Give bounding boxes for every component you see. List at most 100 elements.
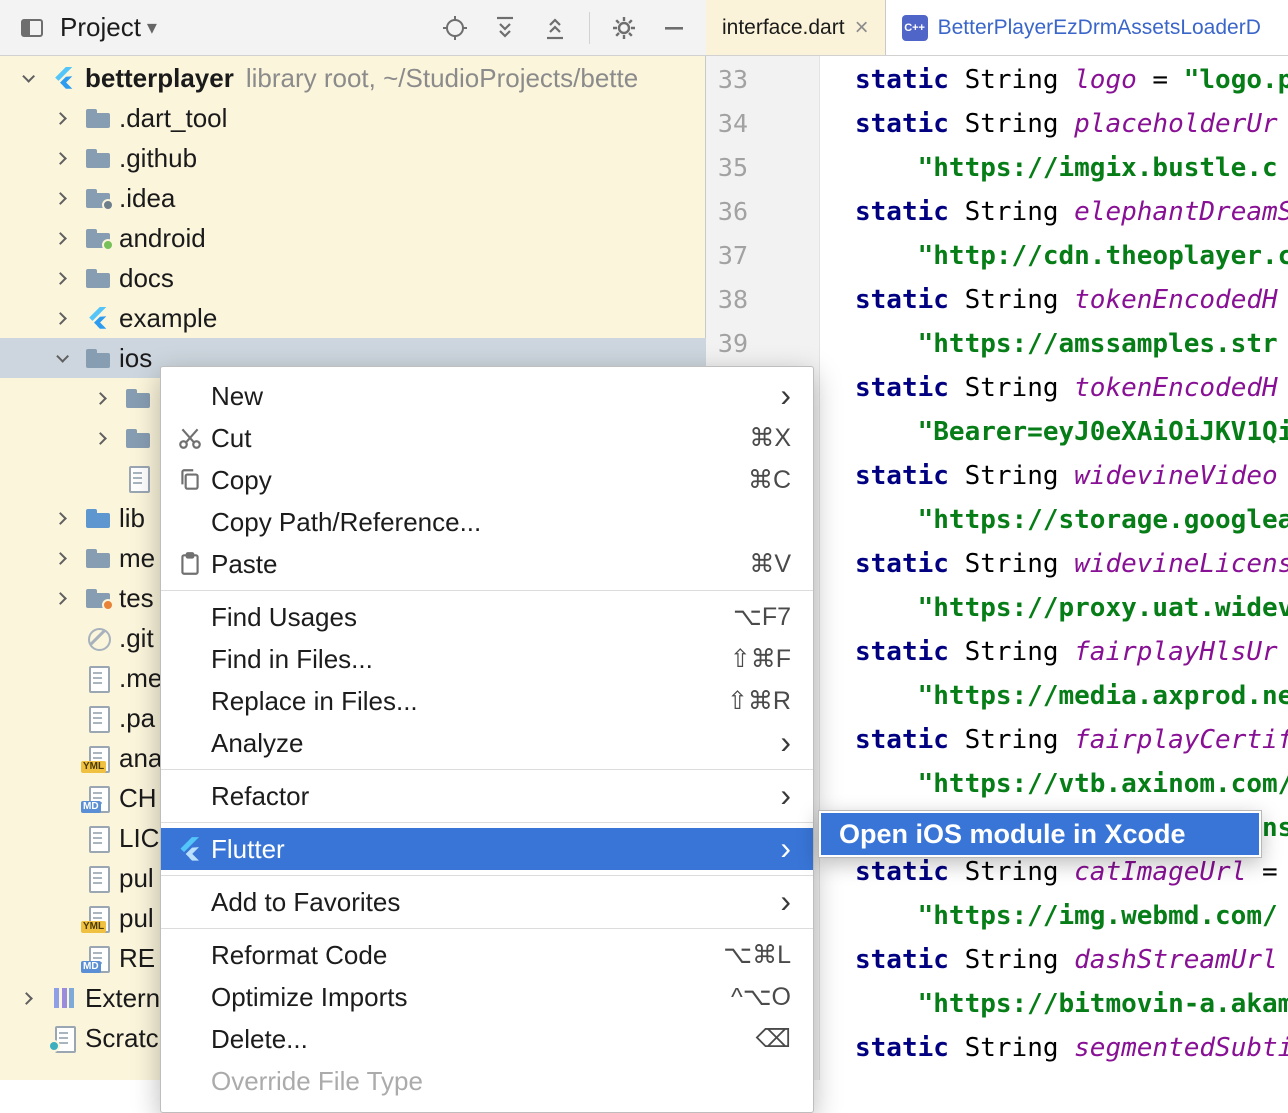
- collapse-all-icon[interactable]: [539, 12, 571, 44]
- tree-item-android[interactable]: android: [0, 218, 706, 258]
- tree-item-label: .pa: [119, 703, 155, 734]
- tree-item-example[interactable]: example: [0, 298, 706, 338]
- submenu-item-label: Open iOS module in Xcode: [839, 819, 1186, 850]
- menu-item-label: Find Usages: [211, 602, 713, 633]
- menu-item-optimize-imports[interactable]: Optimize Imports ^⌥O: [161, 976, 813, 1018]
- tree-item-betterplayer[interactable]: betterplayer library root, ~/StudioProje…: [0, 58, 706, 98]
- code-token: String: [949, 1033, 1074, 1063]
- chevron-down-icon[interactable]: [147, 15, 157, 40]
- project-panel-title[interactable]: Project: [60, 12, 141, 43]
- menu-item-label: Analyze: [211, 728, 760, 759]
- tree-item-docs[interactable]: docs: [0, 258, 706, 298]
- folder-icon: [86, 146, 110, 170]
- line-number: 35: [706, 146, 748, 190]
- tree-item-label: CH: [119, 783, 157, 814]
- menu-item-analyze[interactable]: Analyze: [161, 722, 813, 764]
- tree-item-label: LIC: [119, 823, 159, 854]
- tab-label: BetterPlayerEzDrmAssetsLoaderD: [938, 16, 1261, 40]
- code-editor[interactable]: static String logo = "logo.p static Stri…: [820, 56, 1288, 1080]
- tree-item-label: ana: [119, 743, 162, 774]
- menu-icon-placeholder: [177, 383, 211, 409]
- code-token: static: [855, 637, 949, 667]
- menu-item-flutter[interactable]: Flutter: [161, 828, 813, 870]
- menu-item-add-to-favorites[interactable]: Add to Favorites: [161, 881, 813, 923]
- menu-item-find-usages[interactable]: Find Usages ⌥F7: [161, 596, 813, 638]
- yml-badge: YML: [81, 921, 106, 933]
- chevron-right-icon[interactable]: [56, 138, 86, 178]
- code-token: String: [949, 637, 1074, 667]
- folder-icon: [86, 266, 110, 290]
- code-token: String: [949, 285, 1074, 315]
- menu-item-label: Find in Files...: [211, 644, 710, 675]
- submenu-item-open-ios-module-in-xcode[interactable]: Open iOS module in Xcode: [821, 813, 1259, 855]
- code-token: "https://vtb.axinom.com/: [855, 769, 1288, 799]
- code-token: static: [855, 197, 949, 227]
- locate-icon[interactable]: [439, 12, 471, 44]
- menu-shortcut: ^⌥O: [731, 982, 791, 1012]
- markdown-file-icon: MD: [86, 786, 110, 810]
- menu-item-label: Add to Favorites: [211, 887, 760, 918]
- code-token: "https://amssamples.str: [855, 329, 1278, 359]
- chevron-right-icon[interactable]: [96, 418, 126, 458]
- tree-item-label: android: [119, 223, 206, 254]
- toolbar-separator: [589, 12, 590, 44]
- line-number: 36: [706, 190, 748, 234]
- tree-item-idea[interactable]: .idea: [0, 178, 706, 218]
- menu-item-label: Copy Path/Reference...: [211, 507, 791, 538]
- menu-item-cut[interactable]: Cut ⌘X: [161, 417, 813, 459]
- chevron-right-icon[interactable]: [56, 538, 86, 578]
- code-line: "https://vtb.axinom.com/: [855, 762, 1288, 806]
- menu-item-copy-path-reference[interactable]: Copy Path/Reference...: [161, 501, 813, 543]
- chevron-right-icon[interactable]: [56, 98, 86, 138]
- chevron-down-icon[interactable]: [22, 58, 52, 98]
- code-token: "https://media.axprod.ne: [855, 681, 1288, 711]
- tree-item-label: .idea: [119, 183, 175, 214]
- chevron-right-icon[interactable]: [56, 218, 86, 258]
- chevron-right-icon[interactable]: [56, 258, 86, 298]
- chevron-right-icon[interactable]: [56, 578, 86, 618]
- code-line: "https://proxy.uat.widev: [855, 586, 1288, 630]
- chevron-right-icon[interactable]: [56, 498, 86, 538]
- menu-item-delete[interactable]: Delete... ⌫: [161, 1018, 813, 1060]
- chevron-right-icon[interactable]: [56, 178, 86, 218]
- code-line: "https://storage.googlea: [855, 498, 1288, 542]
- menu-item-copy[interactable]: Copy ⌘C: [161, 459, 813, 501]
- chevron-placeholder: [56, 818, 86, 858]
- folder-icon: [86, 346, 110, 370]
- code-token: "http://cdn.theoplayer.c: [855, 241, 1288, 271]
- menu-item-label: Copy: [211, 465, 728, 496]
- scratches-icon: [52, 1026, 76, 1050]
- tree-item-dart-tool[interactable]: .dart_tool: [0, 98, 706, 138]
- close-icon[interactable]: [855, 16, 869, 40]
- menu-shortcut: ⌥F7: [733, 602, 791, 632]
- folder-idea-icon: [86, 186, 110, 210]
- tree-item-label: pul: [119, 903, 154, 934]
- settings-icon[interactable]: [608, 12, 640, 44]
- line-number: 38: [706, 278, 748, 322]
- tab-interface-dart[interactable]: interface.dart: [706, 0, 886, 55]
- menu-item-paste[interactable]: Paste ⌘V: [161, 543, 813, 585]
- code-token: String: [949, 549, 1074, 579]
- code-token: String: [949, 65, 1074, 95]
- chevron-right-icon[interactable]: [96, 378, 126, 418]
- tab-betterplayer-ezdrm-loader[interactable]: C++ BetterPlayerEzDrmAssetsLoaderD: [886, 0, 1288, 55]
- hide-panel-icon[interactable]: [658, 12, 690, 44]
- menu-item-reformat-code[interactable]: Reformat Code ⌥⌘L: [161, 934, 813, 976]
- menu-item-find-in-files[interactable]: Find in Files... ⇧⌘F: [161, 638, 813, 680]
- code-line: static String widevineVideo: [855, 454, 1288, 498]
- code-token: static: [855, 857, 949, 887]
- chevron-down-icon[interactable]: [56, 338, 86, 378]
- chevron-placeholder: [22, 1018, 52, 1058]
- chevron-right-icon[interactable]: [56, 298, 86, 338]
- tree-item-github[interactable]: .github: [0, 138, 706, 178]
- code-token: catImageUrl: [1074, 857, 1246, 887]
- menu-item-refactor[interactable]: Refactor: [161, 775, 813, 817]
- chevron-right-icon[interactable]: [22, 978, 52, 1018]
- menu-item-new[interactable]: New: [161, 375, 813, 417]
- menu-item-replace-in-files[interactable]: Replace in Files... ⇧⌘R: [161, 680, 813, 722]
- menu-item-label: Optimize Imports: [211, 982, 711, 1013]
- menu-icon-placeholder: [177, 730, 211, 756]
- expand-all-icon[interactable]: [489, 12, 521, 44]
- menu-separator: [161, 590, 813, 591]
- line-number: 39: [706, 322, 748, 366]
